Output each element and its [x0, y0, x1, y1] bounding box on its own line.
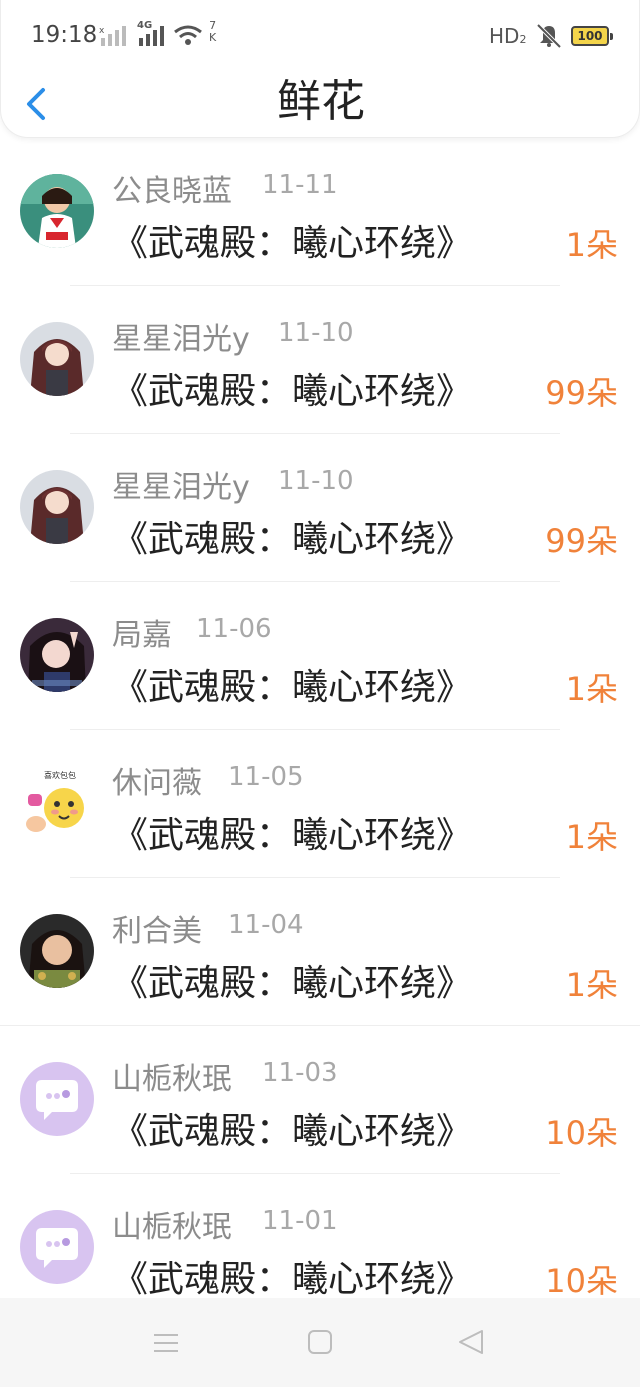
date: 11-10 — [278, 466, 354, 496]
book-title[interactable]: 《武魂殿：曦心环绕》 — [112, 658, 472, 710]
flower-count: 99朵 — [545, 374, 618, 412]
page-title: 鲜花 — [277, 76, 365, 127]
flower-count: 1朵 — [565, 226, 618, 264]
signal-4g-icon — [137, 24, 167, 52]
flower-count: 1朵 — [565, 966, 618, 1004]
back-triangle-icon[interactable] — [456, 1328, 486, 1360]
user-name[interactable]: 星星泪光y — [112, 314, 250, 358]
flower-count: 1朵 — [565, 670, 618, 708]
book-title[interactable]: 《武魂殿：曦心环绕》 — [112, 1102, 472, 1154]
book-title[interactable]: 《武魂殿：曦心环绕》 — [112, 362, 472, 414]
system-navigation-bar — [0, 1298, 640, 1387]
avatar-default-chat[interactable] — [20, 1210, 94, 1284]
flower-record-list[interactable]: 公良晓蓝 11-11 《武魂殿：曦心环绕》 1朵 星星泪光y 11-10 《武魂… — [0, 138, 640, 1298]
list-item[interactable]: 喜欢包包 休问薇 11-05 《武魂殿：曦心环绕》 1朵 — [0, 730, 640, 878]
user-name[interactable]: 山栀秋珉 — [112, 1202, 232, 1246]
hd-label: HD — [489, 24, 520, 48]
date: 11-01 — [262, 1206, 338, 1236]
date: 11-05 — [228, 762, 304, 792]
book-title[interactable]: 《武魂殿：曦心环绕》 — [112, 510, 472, 562]
list-item[interactable]: 公良晓蓝 11-11 《武魂殿：曦心环绕》 1朵 — [0, 138, 640, 286]
network-speed: 7 K — [209, 20, 216, 44]
list-item[interactable]: 利合美 11-04 《武魂殿：曦心环绕》 1朵 — [0, 878, 640, 1026]
screen: 19:18 x 4G 7 K HD2 100 鲜花 公良晓蓝 11-11 《武魂… — [0, 0, 640, 1387]
list-item[interactable]: 星星泪光y 11-10 《武魂殿：曦心环绕》 99朵 — [0, 286, 640, 434]
svg-text:x: x — [99, 26, 105, 36]
date: 11-03 — [262, 1058, 338, 1088]
avatar-girl-sailor[interactable] — [20, 174, 94, 248]
avatar-anime-girl[interactable] — [20, 322, 94, 396]
avatar-caption: 喜欢包包 — [44, 771, 76, 780]
list-item[interactable]: 星星泪光y 11-10 《武魂殿：曦心环绕》 99朵 — [0, 434, 640, 582]
date: 11-10 — [278, 318, 354, 348]
avatar-girl-peace-sign[interactable] — [20, 618, 94, 692]
battery-indicator: 100 — [571, 26, 613, 46]
hd-voice-indicator: HD2 — [489, 24, 526, 48]
book-title[interactable]: 《武魂殿：曦心环绕》 — [112, 214, 472, 266]
bell-muted-icon — [535, 22, 563, 54]
avatar-anime-girl[interactable] — [20, 470, 94, 544]
menu-icon[interactable] — [152, 1332, 180, 1358]
user-name[interactable]: 局嘉 — [112, 610, 172, 654]
home-square-icon[interactable] — [306, 1328, 334, 1360]
avatar-girl-portrait[interactable] — [20, 914, 94, 988]
speed-unit: K — [209, 31, 217, 44]
date: 11-04 — [228, 910, 304, 940]
flower-count: 10朵 — [545, 1114, 618, 1152]
user-name[interactable]: 公良晓蓝 — [112, 166, 232, 210]
date: 11-06 — [196, 614, 272, 644]
list-item[interactable]: 局嘉 11-06 《武魂殿：曦心环绕》 1朵 — [0, 582, 640, 730]
avatar-emoji-sticker[interactable]: 喜欢包包 — [20, 766, 94, 840]
avatar-default-chat[interactable] — [20, 1062, 94, 1136]
list-item[interactable]: 山栀秋珉 11-01 《武魂殿：曦心环绕》 10朵 — [0, 1174, 640, 1298]
status-time: 19:18 — [31, 22, 98, 48]
book-title[interactable]: 《武魂殿：曦心环绕》 — [112, 954, 472, 1006]
header-card: 19:18 x 4G 7 K HD2 100 鲜花 — [0, 0, 640, 138]
book-title[interactable]: 《武魂殿：曦心环绕》 — [112, 806, 472, 858]
user-name[interactable]: 山栀秋珉 — [112, 1054, 232, 1098]
user-name[interactable]: 休问薇 — [112, 758, 202, 802]
status-bar: 19:18 x 4G 7 K HD2 100 — [1, 0, 640, 72]
user-name[interactable]: 利合美 — [112, 906, 202, 950]
date: 11-11 — [262, 170, 338, 200]
flower-count: 99朵 — [545, 522, 618, 560]
flower-count: 10朵 — [545, 1262, 618, 1298]
user-name[interactable]: 星星泪光y — [112, 462, 250, 506]
flower-count: 1朵 — [565, 818, 618, 856]
wifi-icon — [173, 24, 203, 52]
signal-strength-icon: x — [99, 24, 129, 52]
list-item[interactable]: 山栀秋珉 11-03 《武魂殿：曦心环绕》 10朵 — [0, 1026, 640, 1174]
book-title[interactable]: 《武魂殿：曦心环绕》 — [112, 1250, 472, 1298]
hd-sub: 2 — [519, 33, 527, 46]
